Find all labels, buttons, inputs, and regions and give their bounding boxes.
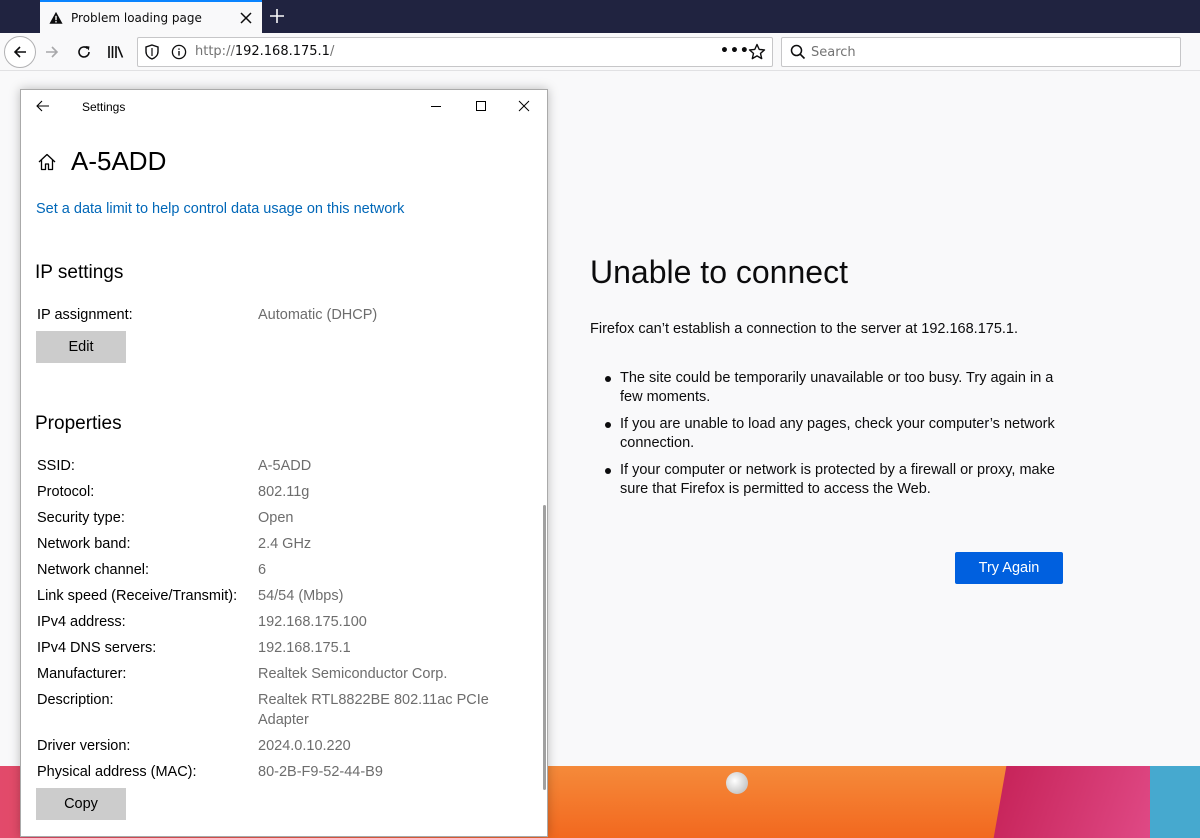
wallpaper-segment	[993, 766, 1167, 838]
property-label: Driver version:	[37, 738, 131, 754]
copy-button[interactable]: Copy	[36, 788, 126, 820]
back-button[interactable]	[4, 36, 36, 68]
try-again-button[interactable]: Try Again	[955, 552, 1063, 584]
close-tab-icon[interactable]	[238, 10, 254, 26]
home-icon	[38, 153, 56, 171]
property-value: Realtek Semiconductor Corp.	[258, 666, 448, 682]
new-tab-button[interactable]	[266, 5, 288, 27]
arrow-left-icon	[13, 46, 26, 58]
tab-title: Problem loading page	[71, 10, 202, 25]
arrow-right-icon	[46, 46, 59, 58]
property-label: Network band:	[37, 536, 131, 552]
url-scheme: http://	[195, 44, 235, 59]
reload-icon	[78, 46, 90, 58]
property-value: 6	[258, 562, 267, 578]
ip-assignment-value: Automatic (DHCP)	[258, 307, 378, 323]
error-page: Unable to connect Firefox can’t establis…	[548, 72, 1200, 766]
property-value: 802.11g	[258, 484, 310, 500]
close-icon[interactable]	[510, 98, 538, 114]
property-label: IPv4 address:	[37, 614, 126, 630]
property-label: IPv4 DNS servers:	[37, 640, 157, 656]
error-suggestions: The site could be temporarily unavailabl…	[604, 369, 1074, 507]
property-label: Security type:	[37, 510, 125, 526]
back-arrow-icon[interactable]	[35, 98, 51, 114]
url-path: /	[329, 44, 335, 59]
search-icon	[790, 44, 806, 60]
wallpaper-segment	[1150, 766, 1200, 838]
error-title: Unable to connect	[590, 254, 848, 290]
property-value: 192.168.175.1	[258, 640, 351, 656]
search-placeholder: Search	[811, 45, 856, 60]
info-icon[interactable]	[171, 44, 187, 60]
list-item: If your computer or network is protected…	[604, 461, 1074, 499]
wallpaper-segment	[548, 766, 1028, 838]
library-icon	[108, 46, 124, 58]
ip-assignment-label: IP assignment:	[37, 307, 133, 323]
window-title: Settings	[82, 100, 126, 114]
property-value: A-5ADD	[258, 458, 312, 474]
navigation-toolbar: http://192.168.175.1/ ••• Search	[0, 33, 1200, 71]
data-limit-link[interactable]: Set a data limit to help control data us…	[36, 201, 404, 217]
tab-problem-loading-page[interactable]: Problem loading page	[40, 0, 262, 33]
tracking-shield-icon[interactable]	[144, 44, 160, 60]
property-value: 2024.0.10.220	[258, 738, 351, 754]
title-bar[interactable]: Settings	[21, 90, 547, 122]
search-bar[interactable]: Search	[781, 37, 1181, 67]
url-text[interactable]: http://192.168.175.1/	[195, 44, 334, 60]
property-label: Protocol:	[37, 484, 95, 500]
property-value: 192.168.175.100	[258, 614, 367, 630]
wallpaper-knob	[726, 772, 748, 794]
settings-window: Settings A-5ADD Set a data limit to help…	[20, 89, 548, 837]
network-name-heading: A-5ADD	[71, 146, 167, 176]
error-description: Firefox can’t establish a connection to …	[590, 321, 1019, 337]
url-bar[interactable]: http://192.168.175.1/ •••	[137, 37, 773, 67]
edit-button[interactable]: Edit	[36, 331, 126, 363]
property-label: SSID:	[37, 458, 75, 474]
scrollbar-thumb[interactable]	[543, 505, 546, 790]
maximize-icon[interactable]	[467, 98, 495, 114]
warning-icon	[49, 11, 63, 24]
list-item: If you are unable to load any pages, che…	[604, 415, 1074, 453]
bookmark-star-icon[interactable]	[748, 43, 766, 61]
properties-heading: Properties	[35, 413, 122, 434]
library-button[interactable]	[104, 40, 128, 64]
property-label: Link speed (Receive/Transmit):	[37, 588, 238, 604]
property-label: Physical address (MAC):	[37, 764, 197, 780]
property-value: Realtek RTL8822BE 802.11ac PCIe Adapter	[258, 692, 489, 728]
url-host: 192.168.175.1	[234, 44, 330, 59]
property-label: Manufacturer:	[37, 666, 127, 682]
property-value: 54/54 (Mbps)	[258, 588, 344, 604]
tab-strip: Problem loading page	[0, 0, 1200, 33]
plus-icon	[270, 9, 284, 23]
ip-settings-heading: IP settings	[35, 262, 124, 283]
reload-button[interactable]	[72, 40, 96, 64]
property-value: Open	[258, 510, 294, 526]
property-value: 2.4 GHz	[258, 536, 312, 552]
list-item: The site could be temporarily unavailabl…	[604, 369, 1074, 407]
page-actions-button[interactable]: •••	[720, 43, 750, 59]
minimize-icon[interactable]	[422, 98, 450, 114]
forward-button[interactable]	[40, 40, 64, 64]
property-label: Network channel:	[37, 562, 150, 578]
property-value: 80-2B-F9-52-44-B9	[258, 764, 383, 780]
property-label: Description:	[37, 692, 114, 708]
